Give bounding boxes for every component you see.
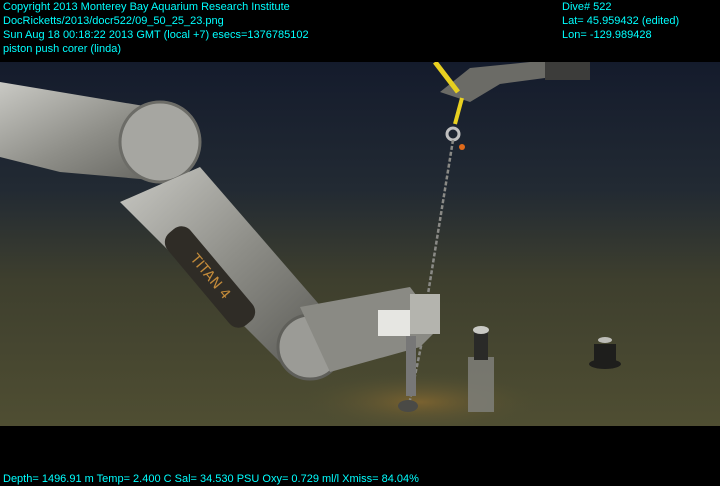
dive-number-text: Dive# 522 <box>562 1 612 13</box>
overlay-top-right: Dive# 522 Lat= 45.959432 (edited) Lon= -… <box>562 0 679 42</box>
file-path-text: DocRicketts/2013/docr522/09_50_25_23.png <box>3 15 224 27</box>
video-frame: TITAN 4 Copyright 2013 Monterey Bay Aqua… <box>0 0 720 486</box>
telemetry-bar: Depth= 1496.91 m Temp= 2.400 C Sal= 34.5… <box>3 472 419 486</box>
latitude-text: Lat= 45.959432 (edited) <box>562 15 680 27</box>
seafloor-scene: TITAN 4 <box>0 62 720 426</box>
timestamp-text: Sun Aug 18 00:18:22 2013 GMT (local +7) … <box>3 29 309 41</box>
tool-text: piston push corer (linda) <box>3 43 122 55</box>
longitude-text: Lon= -129.989428 <box>562 29 652 41</box>
overlay-top-left: Copyright 2013 Monterey Bay Aquarium Res… <box>3 0 309 56</box>
copyright-text: Copyright 2013 Monterey Bay Aquarium Res… <box>3 1 290 13</box>
telemetry-text: Depth= 1496.91 m Temp= 2.400 C Sal= 34.5… <box>3 473 419 485</box>
